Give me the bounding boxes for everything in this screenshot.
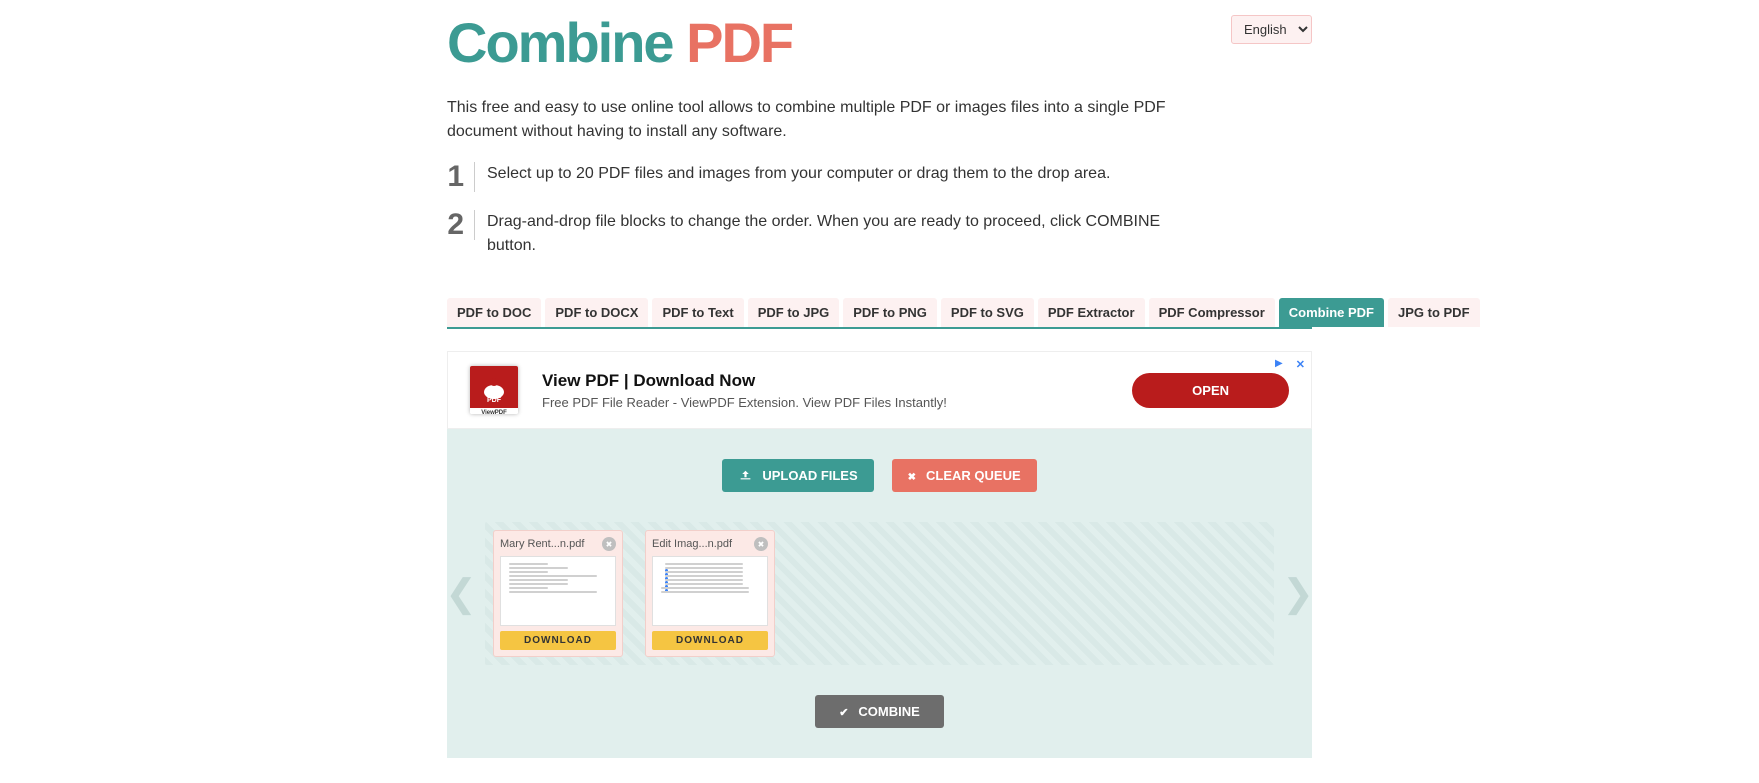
tab-pdf-to-docx[interactable]: PDF to DOCX [545, 298, 648, 327]
tab-pdf-to-jpg[interactable]: PDF to JPG [748, 298, 840, 327]
ad-desc: Free PDF File Reader - ViewPDF Extension… [542, 395, 1132, 410]
carousel-right-arrow[interactable]: ❯ [1284, 522, 1312, 665]
step-text: Select up to 20 PDF files and images fro… [487, 162, 1110, 186]
logo: Combine PDF [447, 15, 792, 71]
file-remove-button[interactable]: ✖ [602, 537, 616, 551]
file-card[interactable]: Edit Imag...n.pdf ✖ DOWNLOAD [645, 530, 775, 657]
step-2: 2 Drag-and-drop file blocks to change th… [447, 210, 1312, 258]
tab-pdf-to-text[interactable]: PDF to Text [652, 298, 743, 327]
file-name: Mary Rent...n.pdf [500, 538, 598, 550]
ad-close-button[interactable]: ✕ [1296, 358, 1305, 371]
step-1: 1 Select up to 20 PDF files and images f… [447, 162, 1312, 192]
tab-pdf-to-png[interactable]: PDF to PNG [843, 298, 937, 327]
tab-pdf-compressor[interactable]: PDF Compressor [1149, 298, 1275, 327]
check-icon [839, 704, 848, 719]
combine-button[interactable]: COMBINE [815, 695, 944, 728]
step-text: Drag-and-drop file blocks to change the … [487, 210, 1187, 258]
page-description: This free and easy to use online tool al… [447, 96, 1207, 144]
clear-icon [908, 468, 916, 483]
ad-open-button[interactable]: OPEN [1132, 373, 1289, 408]
work-area: ✕ PDF ViewPDF View PDF | Download Now Fr… [447, 351, 1312, 758]
file-carousel: ❮ Mary Rent...n.pdf✖DOWNLOADEdit Imag...… [447, 522, 1312, 665]
upload-icon [738, 468, 752, 483]
ad-banner: ✕ PDF ViewPDF View PDF | Download Now Fr… [447, 351, 1312, 429]
logo-part2: PDF [686, 11, 792, 74]
file-remove-button[interactable]: ✖ [754, 537, 768, 551]
tabs-underline [447, 327, 1312, 329]
tab-pdf-to-doc[interactable]: PDF to DOC [447, 298, 541, 327]
file-thumbnail [652, 556, 768, 626]
ad-icon: PDF ViewPDF [470, 366, 518, 414]
adchoices-icon[interactable] [1275, 358, 1287, 370]
tab-pdf-to-svg[interactable]: PDF to SVG [941, 298, 1034, 327]
file-download-button[interactable]: DOWNLOAD [500, 631, 616, 650]
carousel-left-arrow[interactable]: ❮ [447, 522, 475, 665]
tab-jpg-to-pdf[interactable]: JPG to PDF [1388, 298, 1480, 327]
tab-pdf-extractor[interactable]: PDF Extractor [1038, 298, 1145, 327]
language-select[interactable]: English [1231, 15, 1312, 44]
file-card[interactable]: Mary Rent...n.pdf ✖ DOWNLOAD [493, 530, 623, 657]
file-drop-track[interactable]: Mary Rent...n.pdf✖DOWNLOADEdit Imag...n.… [485, 522, 1274, 665]
file-download-button[interactable]: DOWNLOAD [652, 631, 768, 650]
step-number: 2 [447, 210, 475, 240]
ad-title: View PDF | Download Now [542, 371, 1132, 391]
file-thumbnail [500, 556, 616, 626]
tab-combine-pdf[interactable]: Combine PDF [1279, 298, 1384, 327]
file-name: Edit Imag...n.pdf [652, 538, 750, 550]
logo-part1: Combine [447, 11, 686, 74]
tool-tabs: PDF to DOCPDF to DOCXPDF to TextPDF to J… [447, 298, 1312, 327]
step-number: 1 [447, 162, 475, 192]
upload-files-button[interactable]: UPLOAD FILES [722, 459, 873, 492]
clear-queue-button[interactable]: CLEAR QUEUE [892, 459, 1037, 492]
steps-list: 1 Select up to 20 PDF files and images f… [447, 162, 1312, 258]
